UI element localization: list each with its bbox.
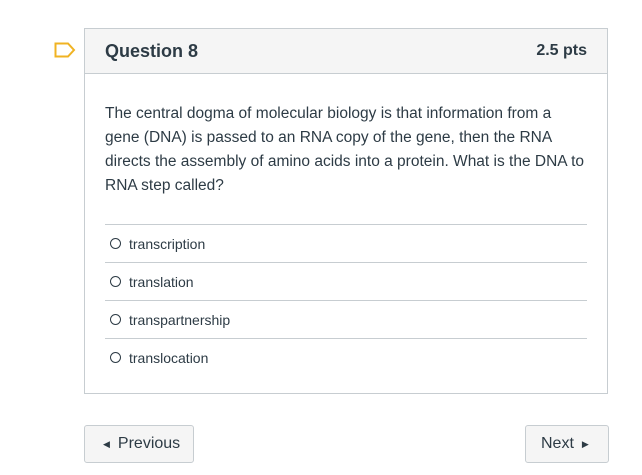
radio-button[interactable] xyxy=(110,314,121,325)
answer-option[interactable]: transpartnership xyxy=(105,301,587,339)
answer-option[interactable]: translation xyxy=(105,263,587,301)
answer-label: transcription xyxy=(129,235,206,252)
answer-label: translation xyxy=(129,273,194,290)
previous-button-label: Previous xyxy=(117,435,181,452)
answer-list: transcription translation transpartnersh… xyxy=(105,224,587,376)
question-body: The central dogma of molecular biology i… xyxy=(85,74,607,376)
next-button[interactable]: Next ▶ xyxy=(525,425,609,463)
question-points: 2.5 pts xyxy=(536,42,587,59)
caret-left-icon: ◀ xyxy=(103,438,110,449)
radio-button[interactable] xyxy=(110,276,121,287)
question-card: Question 8 2.5 pts The central dogma of … xyxy=(84,28,608,394)
previous-button[interactable]: ◀ Previous xyxy=(84,425,194,463)
question-title: Question 8 xyxy=(105,40,199,61)
radio-button[interactable] xyxy=(110,352,121,363)
answer-label: translocation xyxy=(129,349,209,366)
radio-button[interactable] xyxy=(110,238,121,249)
answer-option[interactable]: transcription xyxy=(105,225,587,263)
question-header: Question 8 2.5 pts xyxy=(85,29,607,74)
caret-right-icon: ▶ xyxy=(581,438,589,449)
flag-question-icon[interactable] xyxy=(54,42,76,58)
answer-label: transpartnership xyxy=(129,311,231,328)
question-text: The central dogma of molecular biology i… xyxy=(105,105,585,194)
answer-option[interactable]: translocation xyxy=(105,339,587,376)
next-button-label: Next xyxy=(541,435,574,452)
